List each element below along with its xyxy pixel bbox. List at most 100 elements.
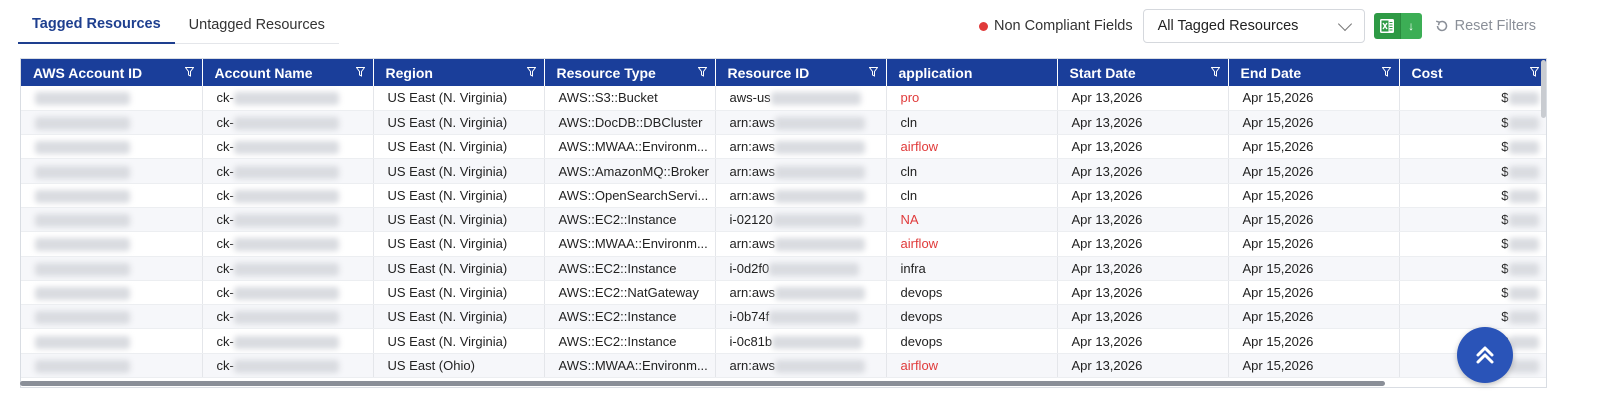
tagged-resources-select[interactable]: All Tagged Resources xyxy=(1142,9,1365,43)
redacted-value xyxy=(35,116,130,130)
table-row[interactable]: ck- US East (N. Virginia) AWS::OpenSearchS… xyxy=(21,183,1546,208)
cell-cost: $ xyxy=(1399,256,1546,281)
filter-icon[interactable] xyxy=(868,67,878,77)
cell-region-text: US East (N. Virginia) xyxy=(387,309,508,325)
cell-end-date: Apr 15,2026 xyxy=(1228,86,1400,111)
cell-application: cln xyxy=(886,183,1058,208)
cell-start-date: Apr 13,2026 xyxy=(1057,256,1229,281)
cell-account-name: ck- xyxy=(202,231,374,257)
table-row[interactable]: ck- US East (N. Virginia) AWS::EC2::Instan… xyxy=(21,304,1546,330)
table-row[interactable]: ck- US East (N. Virginia) AWS::EC2::Instan… xyxy=(21,256,1546,281)
filter-icon[interactable] xyxy=(1381,67,1391,77)
table-row[interactable]: ck- US East (N. Virginia) AWS::S3::Bucket a… xyxy=(21,86,1546,111)
column-header-resource-type[interactable]: Resource Type xyxy=(544,59,716,86)
cell-aws-account-id xyxy=(21,134,203,160)
column-header-account-name[interactable]: Account Name xyxy=(202,59,374,86)
column-header-aws-account-id[interactable]: AWS Account ID xyxy=(21,59,203,86)
cell-resource-id-text: arn:aws xyxy=(729,357,776,373)
column-header-start-date[interactable]: Start Date xyxy=(1057,59,1229,86)
cell-resource-id-text: arn:aws xyxy=(729,284,776,300)
cell-account-name-text: ck- xyxy=(216,309,234,325)
column-header-region[interactable]: Region xyxy=(373,59,545,86)
filter-icon[interactable] xyxy=(1529,67,1539,77)
cell-aws-account-id xyxy=(21,256,203,281)
table-header-row: AWS Account ID Account Name Region Resou… xyxy=(21,59,1546,86)
redacted-value xyxy=(233,92,339,106)
redacted-value xyxy=(233,311,339,325)
table-row[interactable]: ck- US East (N. Virginia) AWS::EC2::NatGat… xyxy=(21,280,1546,306)
cell-resource-id-text: arn:aws xyxy=(729,139,776,155)
cell-account-name: ck- xyxy=(202,256,374,281)
tab-untagged-resources[interactable]: Untagged Resources xyxy=(175,6,339,43)
scroll-to-top-button[interactable] xyxy=(1457,327,1513,383)
cell-cost-text: $ xyxy=(1501,187,1509,203)
cell-region-text: US East (N. Virginia) xyxy=(387,187,508,203)
redacted-value xyxy=(35,262,130,276)
filter-icon[interactable] xyxy=(697,67,707,77)
cell-resource-type-text: AWS::EC2::Instance xyxy=(558,260,677,276)
cell-resource-id: arn:aws xyxy=(715,134,887,160)
resources-table-container[interactable]: AWS Account ID Account Name Region Resou… xyxy=(20,58,1547,388)
cell-start-date: Apr 13,2026 xyxy=(1057,280,1229,306)
cell-cost-text: $ xyxy=(1501,236,1509,252)
filter-icon[interactable] xyxy=(526,67,536,77)
cell-end-date: Apr 15,2026 xyxy=(1228,353,1400,379)
column-header-application[interactable]: application xyxy=(886,59,1058,86)
cell-resource-id-text: arn:aws xyxy=(729,114,776,130)
redacted-value xyxy=(233,116,339,130)
cell-end-date: Apr 15,2026 xyxy=(1228,280,1400,306)
column-header-resource-id[interactable]: Resource ID xyxy=(715,59,887,86)
cell-resource-id-text: i-0d2f0 xyxy=(729,260,770,276)
export-excel-button[interactable]: ↓ xyxy=(1373,13,1422,39)
tab-tagged-resources[interactable]: Tagged Resources xyxy=(18,6,175,44)
cell-region-text: US East (N. Virginia) xyxy=(387,285,508,301)
table-row[interactable]: ck- US East (N. Virginia) AWS::EC2::Instan… xyxy=(21,328,1546,354)
cell-end-date: Apr 15,2026 xyxy=(1228,328,1400,354)
cell-region-text: US East (N. Virginia) xyxy=(387,139,508,155)
cell-resource-type: AWS::DocDB::DBCluster xyxy=(544,110,716,136)
cell-resource-type-text: AWS::MWAA::Environm... xyxy=(558,357,708,373)
cell-cost-text: $ xyxy=(1501,163,1509,179)
column-header-cost[interactable]: Cost xyxy=(1399,59,1546,86)
table-row[interactable]: ck- US East (N. Virginia) AWS::AmazonMQ::B… xyxy=(21,158,1546,184)
cell-end-date: Apr 15,2026 xyxy=(1228,110,1400,136)
cell-application: devops xyxy=(886,304,1058,330)
cell-end-date-text: Apr 15,2026 xyxy=(1242,90,1314,106)
column-header-end-date[interactable]: End Date xyxy=(1228,59,1400,86)
non-compliant-label: Non Compliant Fields xyxy=(993,18,1133,34)
horizontal-scrollbar[interactable] xyxy=(20,381,1385,386)
redacted-value xyxy=(775,287,866,301)
redacted-value xyxy=(35,92,130,106)
table-row[interactable]: ck- US East (N. Virginia) AWS::DocDB::DBCl… xyxy=(21,110,1546,136)
table-row[interactable]: ck- US East (N. Virginia) AWS::MWAA::Envir… xyxy=(21,231,1546,257)
redacted-value xyxy=(1508,116,1539,130)
cell-region-text: US East (N. Virginia) xyxy=(387,260,508,276)
redacted-value xyxy=(233,165,339,179)
filter-icon[interactable] xyxy=(1210,67,1220,77)
table-row[interactable]: ck- US East (Ohio) AWS::MWAA::Environm... a… xyxy=(21,353,1546,379)
table-row[interactable]: ck- US East (N. Virginia) AWS::EC2::Instan… xyxy=(21,207,1546,233)
column-label: Account Name xyxy=(214,64,313,81)
cell-resource-type: AWS::EC2::Instance xyxy=(544,256,716,281)
filter-icon[interactable] xyxy=(184,67,194,77)
cell-account-name-text: ck- xyxy=(216,114,234,130)
cell-application-text: devops xyxy=(900,333,943,349)
filter-icon[interactable] xyxy=(355,67,365,77)
vertical-scrollbar[interactable] xyxy=(1541,60,1546,118)
redacted-value xyxy=(1508,189,1539,203)
redacted-value xyxy=(233,189,339,203)
cell-aws-account-id xyxy=(21,110,203,136)
redacted-value xyxy=(233,335,339,349)
cell-resource-id-text: i-0c81b xyxy=(729,333,773,349)
cell-resource-id-text: i-0b74f xyxy=(729,309,770,325)
resource-tabs: Tagged Resources Untagged Resources xyxy=(18,6,339,44)
cell-application: devops xyxy=(886,280,1058,306)
reset-filters-button[interactable]: Reset Filters xyxy=(1434,18,1536,34)
column-label: Region xyxy=(385,64,433,81)
cell-application-text: cln xyxy=(900,187,918,203)
cell-start-date: Apr 13,2026 xyxy=(1057,207,1229,233)
cell-account-name: ck- xyxy=(202,86,374,111)
cell-aws-account-id xyxy=(21,207,203,233)
table-row[interactable]: ck- US East (N. Virginia) AWS::MWAA::Envir… xyxy=(21,134,1546,160)
cell-cost: $ xyxy=(1399,280,1546,306)
